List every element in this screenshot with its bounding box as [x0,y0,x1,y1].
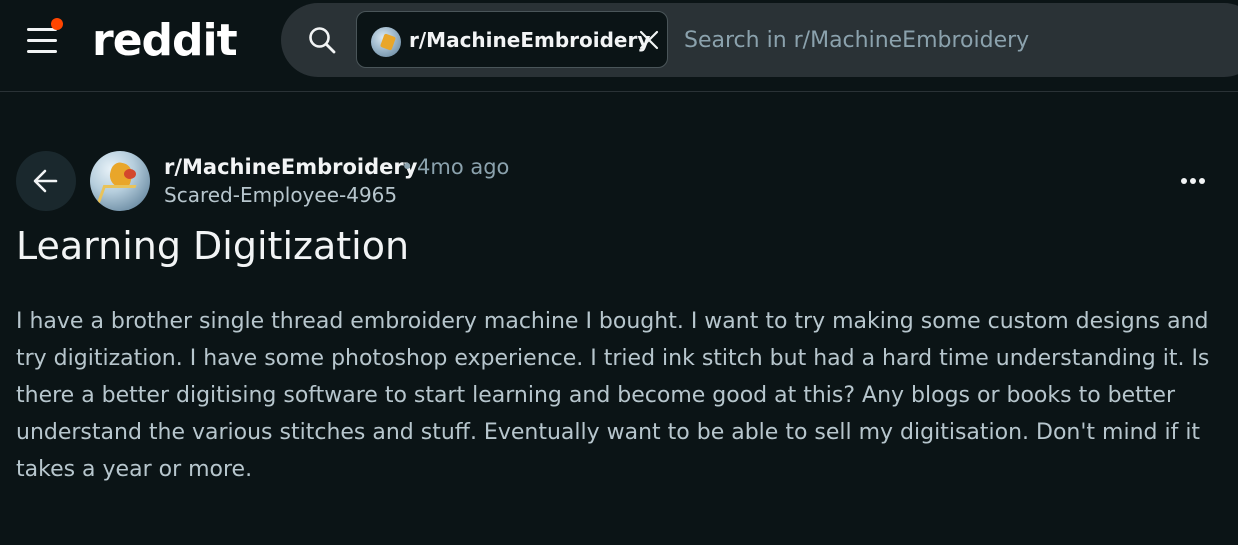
more-options-button[interactable] [1170,165,1214,197]
subreddit-avatar[interactable] [90,151,150,211]
notification-dot-icon [51,18,63,30]
search-input[interactable]: Search in r/MachineEmbroidery [684,27,1029,55]
community-filter-chip[interactable]: r/MachineEmbroidery [356,11,668,68]
post-timestamp: 4mo ago [417,155,510,179]
community-chip-label: r/MachineEmbroidery [409,28,651,52]
hamburger-menu-button[interactable] [18,18,66,62]
subreddit-link[interactable]: r/MachineEmbroidery [164,153,417,181]
community-avatar-icon [371,27,401,57]
meta-separator: • [401,155,414,179]
back-button[interactable] [16,151,76,211]
post-title: Learning Digitization [16,224,410,268]
more-horizontal-icon [1181,178,1187,184]
search-icon [309,27,336,54]
post-body: I have a brother single thread embroider… [16,309,1210,482]
arrow-left-icon [33,169,58,193]
search-bar[interactable]: r/MachineEmbroidery Search in r/MachineE… [281,3,1238,77]
author-link[interactable]: Scared-Employee-4965 [164,182,397,208]
top-nav-bar: reddit r/MachineEmbroidery Search in r/M… [0,0,1238,92]
close-icon[interactable] [635,26,663,54]
reddit-logo[interactable]: reddit [92,14,238,68]
